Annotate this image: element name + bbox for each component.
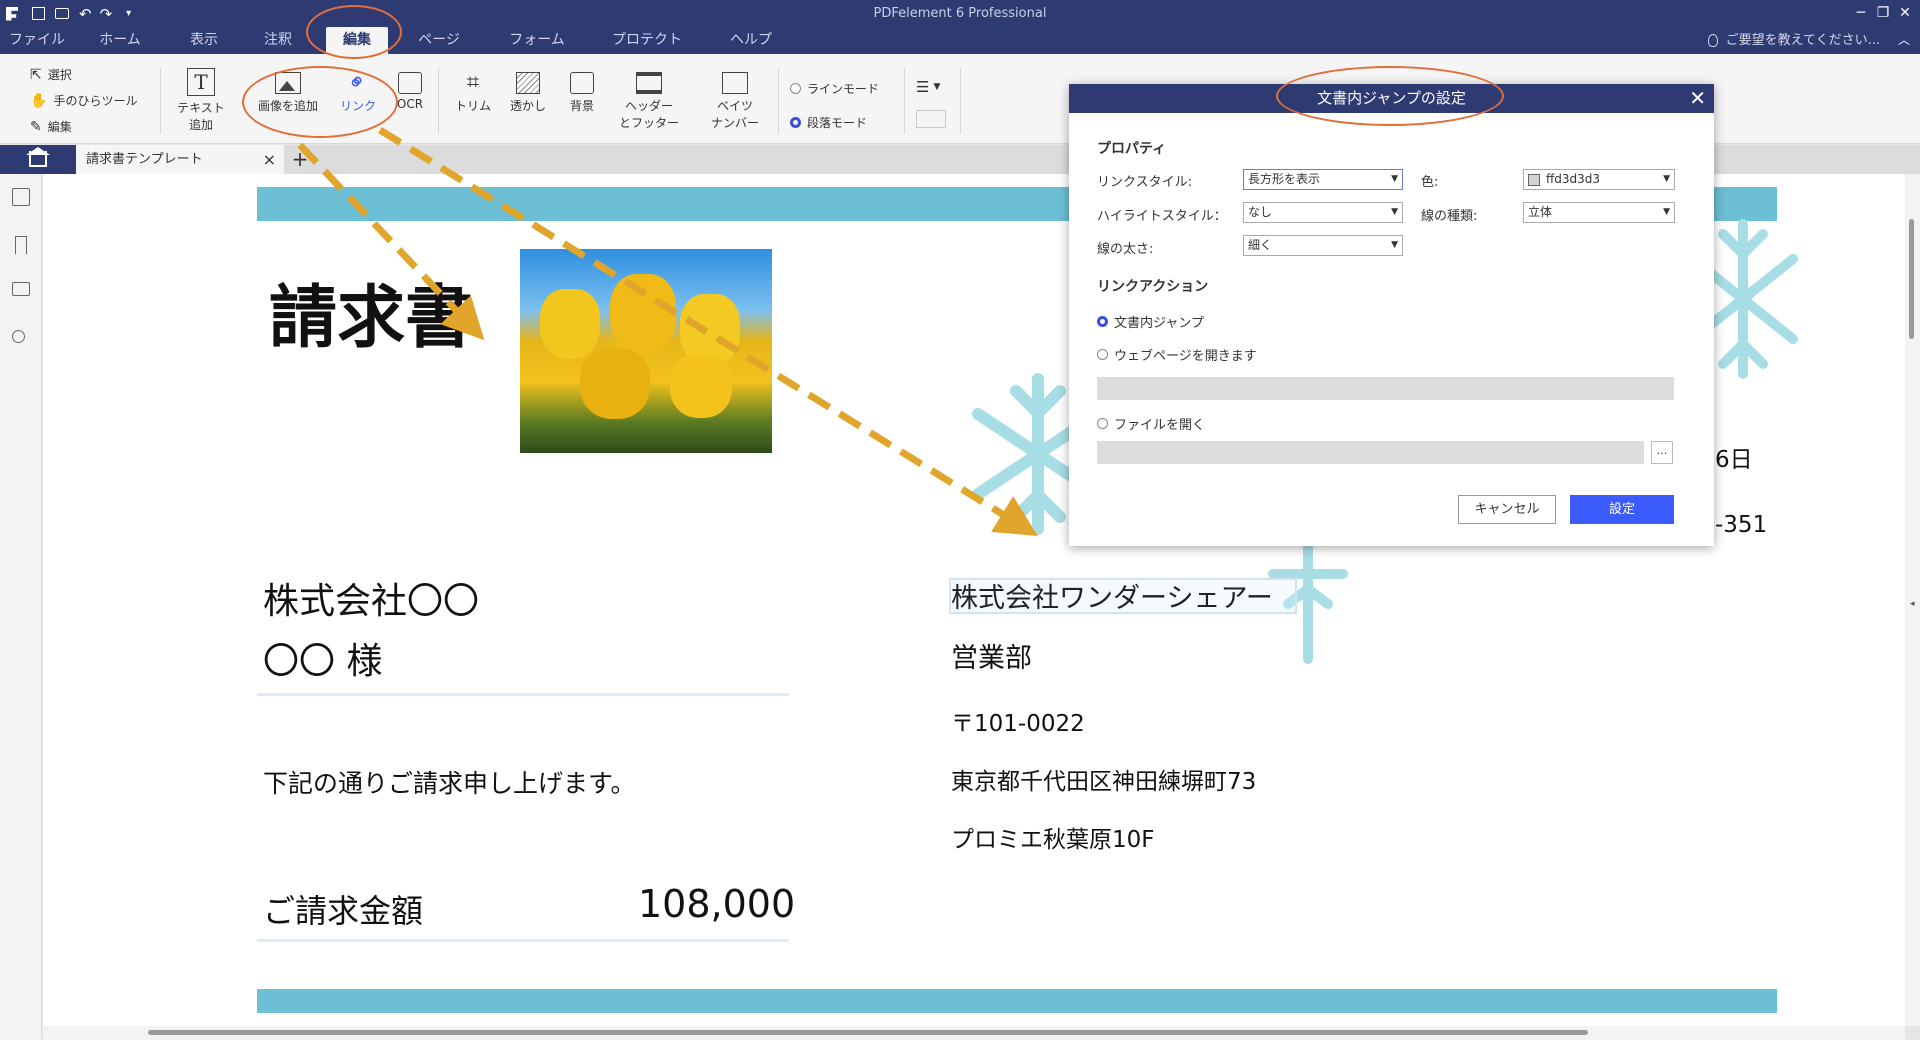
dropdown-arrow-icon: ▼ [1391, 207, 1398, 217]
dropdown-arrow-icon: ▼ [1663, 207, 1670, 217]
action-web-radio[interactable]: ウェブページを開きます [1097, 345, 1257, 364]
browse-button[interactable]: ... [1651, 441, 1673, 464]
properties-heading: プロパティ [1097, 141, 1167, 157]
link-settings-dialog: 文書内ジャンプの設定 ✕ プロパティ リンクスタイル: 長方形を表示 ▼ 色: … [1069, 84, 1714, 546]
dropdown-arrow-icon: ▼ [1391, 174, 1398, 184]
action-goto-label: 文書内ジャンプ [1114, 316, 1204, 331]
color-select[interactable]: ffd3d3d3 ▼ [1523, 169, 1675, 190]
line-type-label: 線の種類: [1421, 209, 1478, 224]
line-width-value: 細く [1248, 238, 1273, 252]
highlight-style-select[interactable]: なし ▼ [1243, 202, 1403, 223]
annotation-arrow [378, 127, 1038, 537]
line-width-select[interactable]: 細く ▼ [1243, 235, 1403, 256]
color-swatch-icon [1528, 174, 1540, 186]
line-type-select[interactable]: 立体 ▼ [1523, 202, 1675, 223]
action-file-radio[interactable]: ファイルを開く [1097, 414, 1205, 433]
link-style-select[interactable]: 長方形を表示 ▼ [1243, 169, 1403, 190]
highlight-ellipse-image-link [242, 66, 398, 138]
dialog-close-button[interactable]: ✕ [1689, 84, 1706, 113]
link-action-heading: リンクアクション [1097, 279, 1209, 295]
line-type-value: 立体 [1528, 205, 1553, 219]
radio-off-icon [1097, 349, 1108, 360]
url-input[interactable] [1097, 377, 1674, 400]
link-style-label: リンクスタイル: [1097, 175, 1192, 190]
highlight-ellipse-dialog-title [1276, 66, 1504, 126]
highlight-style-label: ハイライトスタイル： [1097, 209, 1227, 224]
color-label: 色: [1421, 175, 1439, 190]
line-width-label: 線の太さ: [1097, 242, 1154, 257]
dropdown-arrow-icon: ▼ [1391, 240, 1398, 250]
cancel-button[interactable]: キャンセル [1458, 495, 1556, 524]
highlight-ellipse-edit-tab [306, 5, 402, 59]
dropdown-arrow-icon: ▼ [1663, 174, 1670, 184]
ok-button[interactable]: 設定 [1570, 495, 1674, 524]
radio-on-icon [1097, 316, 1108, 327]
action-web-label: ウェブページを開きます [1114, 349, 1257, 364]
action-file-label: ファイルを開く [1114, 418, 1206, 433]
highlight-style-value: なし [1248, 205, 1273, 219]
radio-off-icon [1097, 418, 1108, 429]
file-path-input[interactable] [1097, 441, 1644, 464]
action-goto-radio[interactable]: 文書内ジャンプ [1097, 312, 1204, 331]
color-value: ffd3d3d3 [1546, 172, 1601, 186]
link-style-value: 長方形を表示 [1248, 172, 1321, 186]
